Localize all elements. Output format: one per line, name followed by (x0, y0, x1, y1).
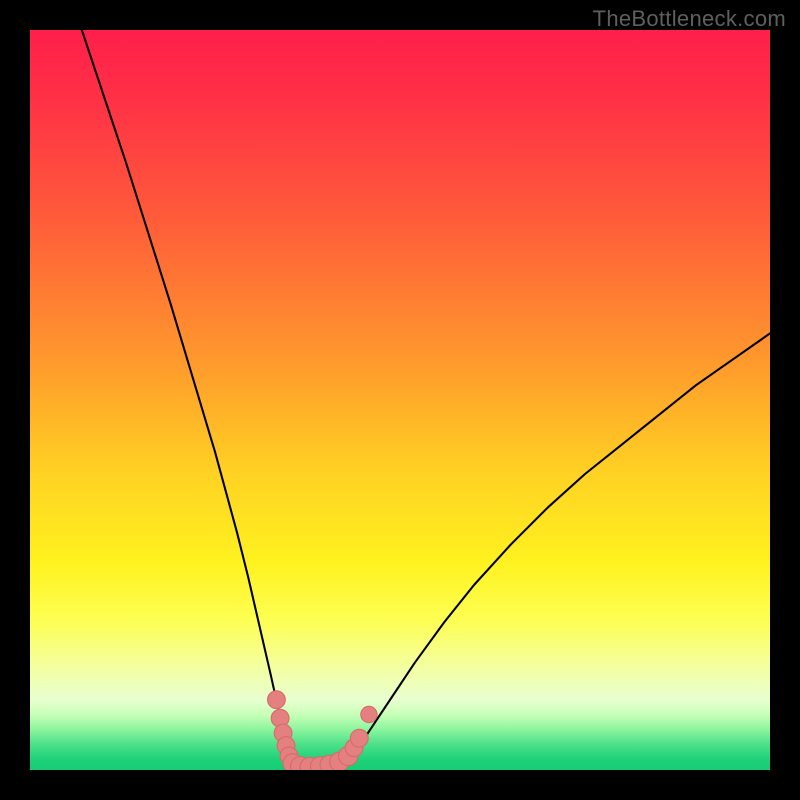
chart-frame: TheBottleneck.com (0, 0, 800, 800)
data-marker (361, 706, 377, 722)
curve-layer (30, 30, 770, 770)
plot-area (30, 30, 770, 770)
bottleneck-curve (82, 30, 770, 768)
data-marker (350, 729, 368, 747)
marker-group (268, 691, 378, 770)
watermark-text: TheBottleneck.com (593, 6, 786, 32)
data-marker (268, 691, 286, 709)
